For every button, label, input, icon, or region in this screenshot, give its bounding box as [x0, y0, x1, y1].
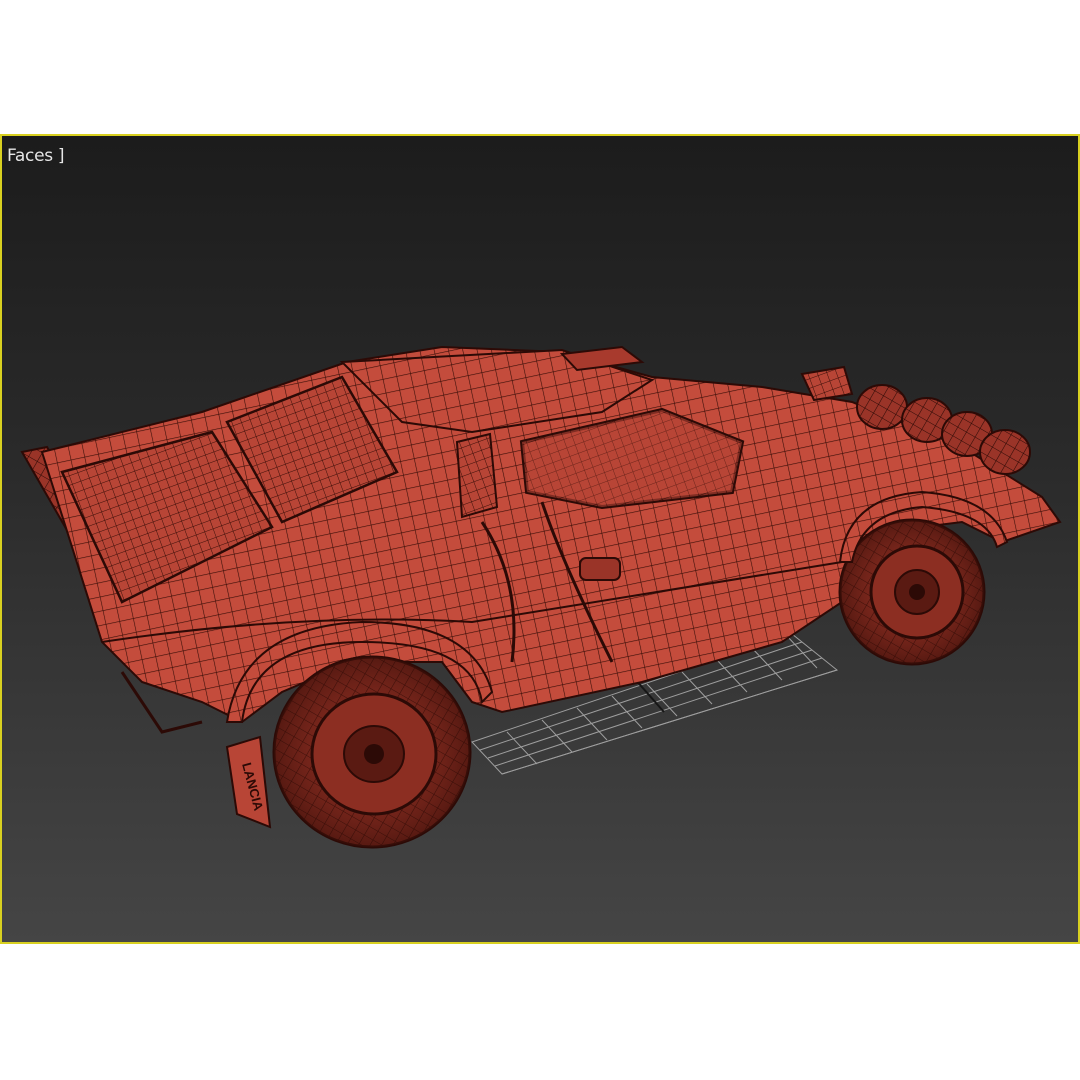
perspective-viewport[interactable]: Faces ] LANCIA	[0, 134, 1080, 944]
roof-scoop	[559, 345, 645, 372]
b-pillar	[455, 432, 499, 519]
front-wheel[interactable]	[838, 518, 986, 666]
mud-flap: LANCIA	[225, 735, 272, 829]
scene-canvas[interactable]: LANCIA	[2, 136, 1078, 942]
rear-wheel[interactable]	[272, 655, 472, 849]
side-marker-light	[579, 557, 621, 581]
